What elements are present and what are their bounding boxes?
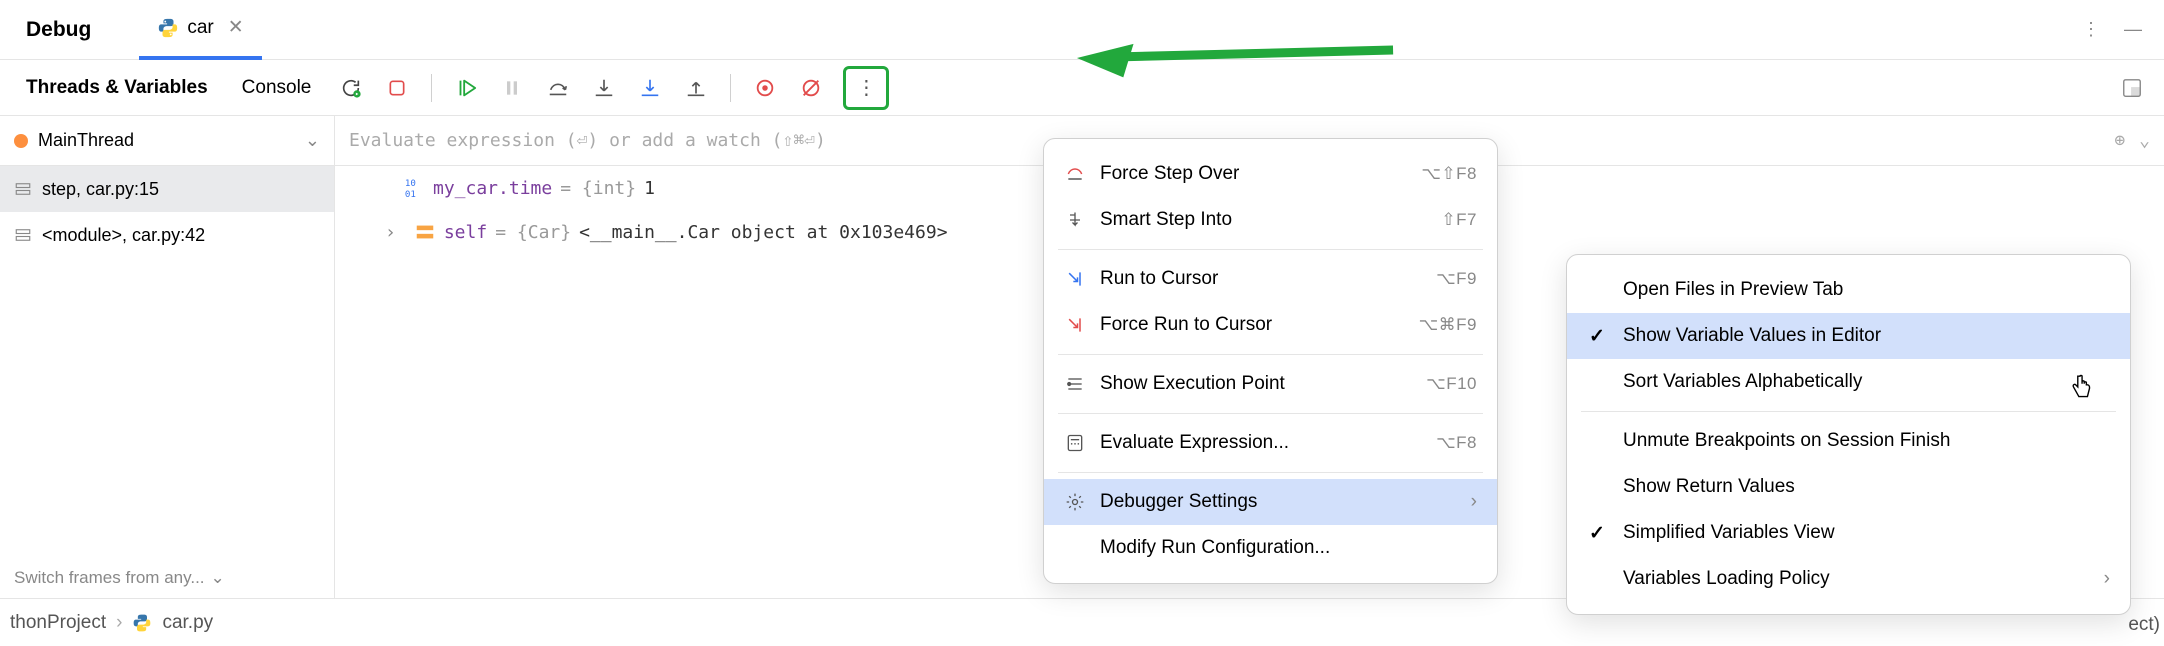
chevron-right-icon[interactable]: › — [385, 222, 396, 243]
more-actions-button[interactable]: ⋮ — [843, 66, 889, 110]
check-icon: ✓ — [1589, 522, 1605, 545]
resume-icon[interactable] — [448, 70, 484, 106]
more-vertical-icon: ⋮ — [856, 75, 876, 100]
menu-separator — [1058, 249, 1483, 250]
mute-breakpoints-icon[interactable] — [793, 70, 829, 106]
thread-selector[interactable]: MainThread ⌄ — [0, 116, 334, 166]
svg-text:01: 01 — [405, 189, 416, 199]
frame-label: <module>, car.py:42 — [42, 225, 205, 246]
stack-frame-row[interactable]: step, car.py:15 — [0, 166, 334, 212]
menu-item-sort-variables[interactable]: Sort Variables Alphabetically — [1567, 359, 2130, 405]
menu-item-show-variable-values[interactable]: ✓ Show Variable Values in Editor — [1567, 313, 2130, 359]
debugger-settings-submenu: Open Files in Preview Tab ✓ Show Variabl… — [1566, 254, 2131, 615]
chevron-down-icon: ⌄ — [211, 568, 225, 588]
thread-status-icon — [14, 134, 28, 148]
close-tab-icon[interactable]: ✕ — [228, 16, 244, 39]
menu-item-debugger-settings[interactable]: Debugger Settings › — [1044, 479, 1497, 525]
frame-label: step, car.py:15 — [42, 179, 159, 200]
menu-separator — [1058, 472, 1483, 473]
chevron-right-icon: › — [1471, 491, 1477, 513]
gear-icon — [1064, 491, 1086, 513]
smart-step-into-icon — [1064, 209, 1086, 231]
menu-item-show-execution-point[interactable]: Show Execution Point ⌥F10 — [1044, 361, 1497, 407]
chevron-right-icon: › — [116, 612, 122, 634]
debug-title: Debug — [8, 18, 109, 42]
variable-type: = {Car} — [495, 222, 571, 243]
separator — [730, 74, 731, 102]
force-run-to-cursor-icon — [1064, 314, 1086, 336]
variable-binary-icon: 1001 — [403, 177, 425, 199]
menu-item-variables-loading-policy[interactable]: Variables Loading Policy › — [1567, 556, 2130, 602]
overflow-text: ect) — [2128, 614, 2160, 636]
variable-name: self — [444, 222, 487, 243]
menu-item-simplified-variables[interactable]: ✓ Simplified Variables View — [1567, 510, 2130, 556]
python-file-icon — [157, 17, 179, 39]
more-vertical-icon[interactable]: ⋮ — [2082, 19, 2100, 40]
step-out-icon[interactable] — [678, 70, 714, 106]
menu-item-unmute-breakpoints[interactable]: Unmute Breakpoints on Session Finish — [1567, 418, 2130, 464]
variable-type: = {int} — [560, 178, 636, 199]
file-tab-label: car — [187, 17, 213, 39]
frames-panel: MainThread ⌄ step, car.py:15 <module>, c… — [0, 116, 335, 598]
menu-item-open-files-preview[interactable]: Open Files in Preview Tab — [1567, 267, 2130, 313]
check-icon: ✓ — [1589, 325, 1605, 348]
menu-item-run-to-cursor[interactable]: Run to Cursor ⌥F9 — [1044, 256, 1497, 302]
variable-value: <__main__.Car object at 0x103e469> — [579, 222, 947, 243]
menu-item-smart-step-into[interactable]: Smart Step Into ⇧F7 — [1044, 197, 1497, 243]
menu-item-show-return-values[interactable]: Show Return Values — [1567, 464, 2130, 510]
variable-object-icon — [414, 221, 436, 243]
menu-item-evaluate-expression[interactable]: Evaluate Expression... ⌥F8 — [1044, 420, 1497, 466]
add-watch-icon[interactable]: ⊕ — [2114, 130, 2125, 151]
svg-text:10: 10 — [405, 178, 416, 189]
force-step-over-icon — [1064, 163, 1086, 185]
stop-icon[interactable] — [379, 70, 415, 106]
pause-icon[interactable] — [494, 70, 530, 106]
more-actions-menu: Force Step Over ⌥⇧F8 Smart Step Into ⇧F7… — [1043, 138, 1498, 584]
menu-item-modify-run-config[interactable]: Modify Run Configuration... — [1044, 525, 1497, 571]
breadcrumb-file[interactable]: car.py — [162, 612, 213, 634]
chevron-down-icon[interactable]: ⌄ — [2139, 130, 2150, 151]
breadcrumb-part[interactable]: thonProject — [10, 612, 106, 634]
rerun-icon[interactable] — [333, 70, 369, 106]
menu-separator — [1058, 354, 1483, 355]
menu-separator — [1058, 413, 1483, 414]
step-into-icon[interactable] — [586, 70, 622, 106]
frame-icon — [14, 180, 32, 198]
tab-console[interactable]: Console — [230, 77, 324, 99]
chevron-right-icon: › — [2104, 568, 2110, 590]
variable-name: my_car.time — [433, 178, 552, 199]
step-into-my-code-icon[interactable] — [632, 70, 668, 106]
execution-point-icon — [1064, 373, 1086, 395]
layout-settings-icon[interactable] — [2114, 70, 2150, 106]
view-breakpoints-icon[interactable] — [747, 70, 783, 106]
switch-frames-hint[interactable]: Switch frames from any... ⌄ — [0, 558, 334, 598]
separator — [431, 74, 432, 102]
file-tab-car[interactable]: car ✕ — [139, 0, 261, 60]
run-to-cursor-icon — [1064, 268, 1086, 290]
menu-item-force-run-to-cursor[interactable]: Force Run to Cursor ⌥⌘F9 — [1044, 302, 1497, 348]
chevron-down-icon: ⌄ — [305, 130, 320, 151]
stack-frame-row[interactable]: <module>, car.py:42 — [0, 212, 334, 258]
thread-name: MainThread — [38, 130, 134, 151]
minimize-icon[interactable]: — — [2124, 19, 2142, 40]
python-file-icon — [132, 613, 152, 633]
tab-threads-variables[interactable]: Threads & Variables — [14, 77, 220, 99]
calculator-icon — [1064, 432, 1086, 454]
menu-separator — [1581, 411, 2116, 412]
frame-icon — [14, 226, 32, 244]
menu-item-force-step-over[interactable]: Force Step Over ⌥⇧F8 — [1044, 151, 1497, 197]
variable-value: 1 — [644, 178, 655, 199]
step-over-icon[interactable] — [540, 70, 576, 106]
